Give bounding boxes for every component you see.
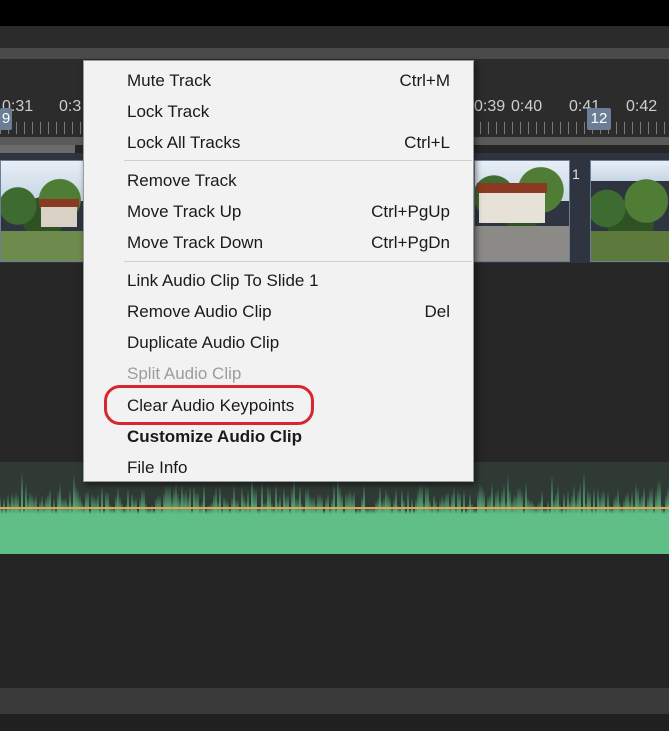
menu-item-label: Move Track Up <box>127 202 242 221</box>
menu-item-label: Duplicate Audio Clip <box>127 333 280 352</box>
menu-item-shortcut: Ctrl+PgDn <box>371 233 450 252</box>
menu-item-file-info[interactable]: File Info <box>84 452 473 483</box>
menu-separator <box>124 261 472 262</box>
highlight-ring <box>104 385 314 425</box>
menu-item-label: Move Track Down <box>127 233 264 252</box>
slide-clip[interactable] <box>474 160 570 262</box>
menu-item-label: Lock Track <box>127 102 210 121</box>
ruler-tick-label: 0:40 <box>511 98 543 115</box>
menu-item-label: Mute Track <box>127 71 212 90</box>
menu-item-shortcut: Del <box>424 302 450 321</box>
timeline-horizontal-scrollbar[interactable] <box>0 688 669 714</box>
menu-item-link-audio-clip[interactable]: Link Audio Clip To Slide 1 <box>84 265 473 296</box>
slide-clip[interactable] <box>0 160 86 262</box>
transition-strip <box>0 145 75 153</box>
menu-item-lock-all-tracks[interactable]: Lock All Tracks Ctrl+L <box>84 127 473 158</box>
menu-item-duplicate-audio-clip[interactable]: Duplicate Audio Clip <box>84 327 473 358</box>
volume-keypoint-line[interactable] <box>0 507 669 509</box>
menu-item-move-track-up[interactable]: Move Track Up Ctrl+PgUp <box>84 196 473 227</box>
timeline-scrollbar[interactable] <box>0 48 669 59</box>
menu-item-remove-audio-clip[interactable]: Remove Audio Clip Del <box>84 296 473 327</box>
slide-marker[interactable]: 12 <box>587 108 611 130</box>
menu-item-shortcut: Ctrl+L <box>404 133 450 152</box>
menu-item-lock-track[interactable]: Lock Track <box>84 96 473 127</box>
menu-item-move-track-down[interactable]: Move Track Down Ctrl+PgDn <box>84 227 473 258</box>
menu-item-label: File Info <box>127 458 188 477</box>
ruler-tick-label: 0:39 <box>474 98 506 115</box>
menu-item-label: Remove Track <box>127 171 237 190</box>
menu-item-shortcut: Ctrl+PgUp <box>371 202 450 221</box>
status-bar <box>0 714 669 731</box>
ruler-tick-label: 0:3 <box>59 98 82 115</box>
top-bar <box>0 0 669 26</box>
menu-item-label: Remove Audio Clip <box>127 302 272 321</box>
menu-item-customize-audio-clip[interactable]: Customize Audio Clip <box>84 421 473 452</box>
menu-item-label: Lock All Tracks <box>127 133 241 152</box>
empty-track-area <box>0 554 669 688</box>
toolbar-band <box>0 26 669 48</box>
slide-marker[interactable]: 9 <box>0 108 12 130</box>
menu-item-remove-track[interactable]: Remove Track <box>84 165 473 196</box>
menu-item-mute-track[interactable]: Mute Track Ctrl+M <box>84 65 473 96</box>
menu-separator <box>124 160 472 161</box>
ruler-tick-label: 0:42 <box>626 98 658 115</box>
slide-clip[interactable] <box>590 160 669 262</box>
menu-item-label: Link Audio Clip To Slide 1 <box>127 271 319 290</box>
menu-item-shortcut: Ctrl+M <box>399 71 450 90</box>
menu-item-label: Customize Audio Clip <box>127 427 303 446</box>
clip-number: 1 <box>572 166 580 182</box>
